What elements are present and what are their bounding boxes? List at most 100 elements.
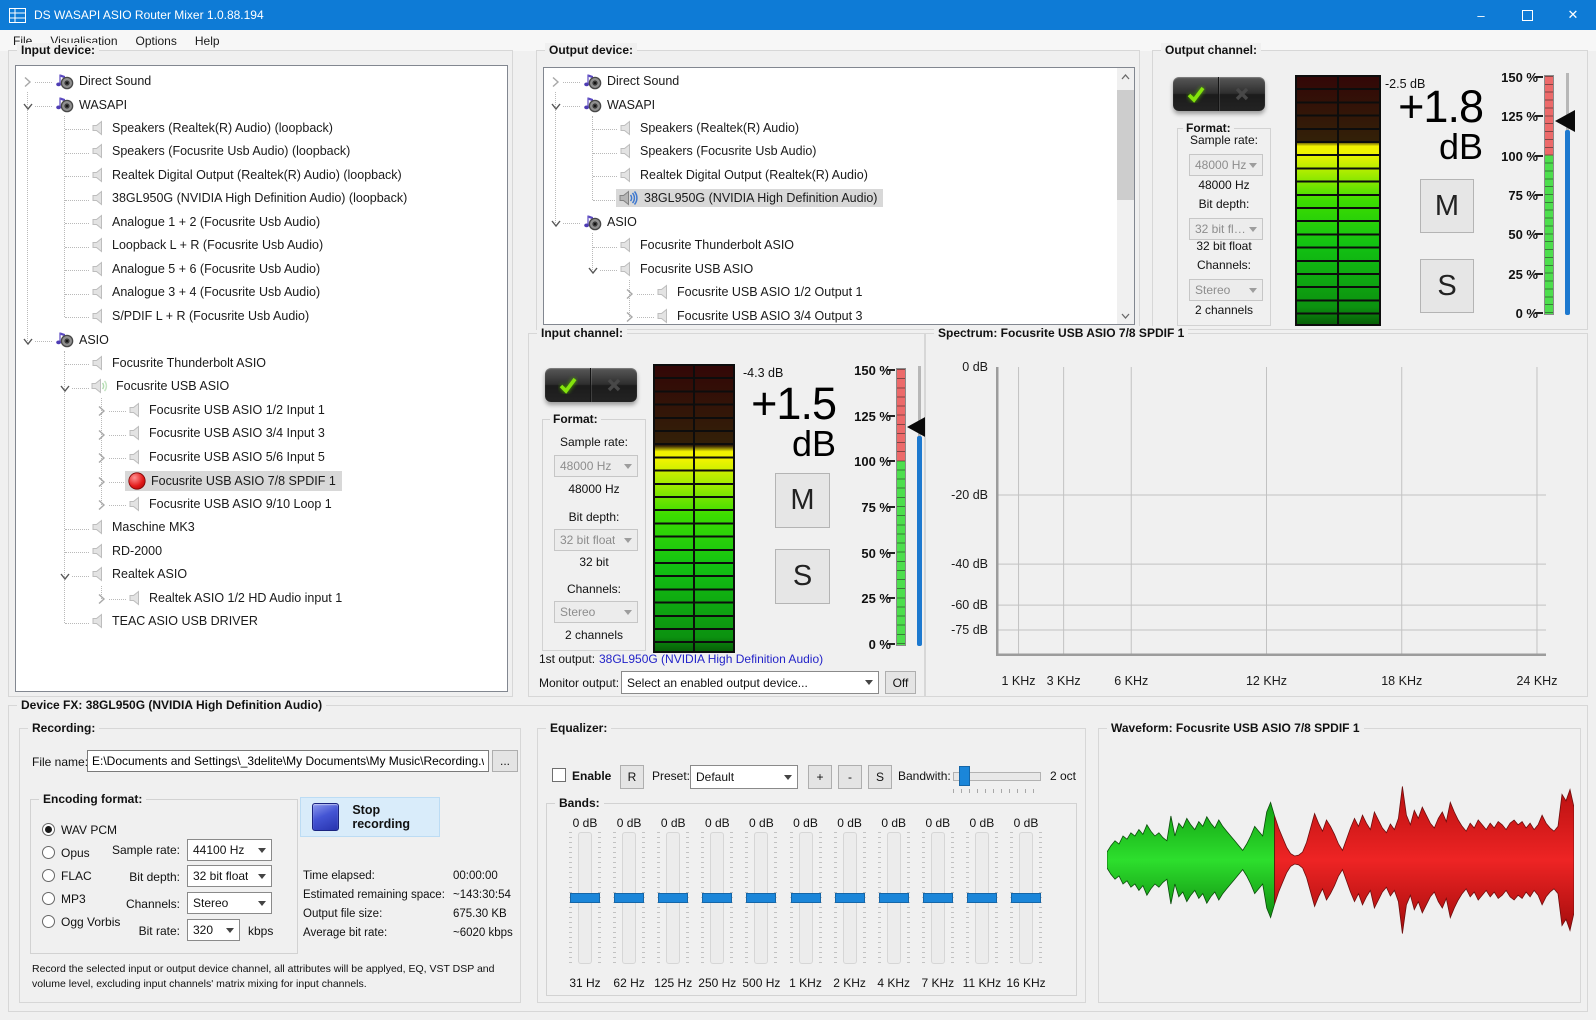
- input-device-item[interactable]: Analogue 1 + 2 (Focusrite Usb Audio): [88, 213, 326, 231]
- eq-save-button[interactable]: S: [868, 765, 892, 789]
- input-channel-volume-pointer[interactable]: [907, 416, 927, 438]
- tree-row[interactable]: S/PDIF L + R (Focusrite Usb Audio): [16, 305, 507, 329]
- output-device-item[interactable]: Speakers (Realtek(R) Audio): [616, 119, 805, 137]
- output-device-item[interactable]: Direct Sound: [579, 72, 685, 91]
- maximize-button[interactable]: [1504, 0, 1550, 30]
- eq-band-thumb[interactable]: [791, 893, 821, 903]
- menu-item-options[interactable]: Options: [127, 32, 186, 50]
- tree-row[interactable]: Realtek ASIO 1/2 HD Audio input 1: [16, 587, 507, 611]
- output-device-item[interactable]: Focusrite Thunderbolt ASIO: [616, 236, 800, 254]
- input-device-tree[interactable]: Direct Sound WASAPI Speakers (Realtek(R)…: [15, 65, 508, 692]
- tree-row[interactable]: Focusrite USB ASIO 9/10 Loop 1: [16, 493, 507, 517]
- input-channel-bit-depth-select[interactable]: 32 bit float: [554, 529, 638, 551]
- input-device-item[interactable]: TEAC ASIO USB DRIVER: [88, 612, 264, 630]
- tree-row[interactable]: WASAPI: [544, 94, 1134, 118]
- format-radio-wav-pcm[interactable]: [42, 823, 55, 836]
- tree-row[interactable]: Speakers (Focusrite Usb Audio): [544, 141, 1134, 165]
- collapsed-chevron-icon[interactable]: [624, 288, 636, 300]
- expanded-chevron-icon[interactable]: [550, 217, 562, 229]
- input-device-item[interactable]: Maschine MK3: [88, 518, 201, 536]
- monitor-output-select[interactable]: Select an enabled output device...: [621, 671, 879, 694]
- rec-channels-select[interactable]: Stereo: [187, 892, 272, 914]
- eq-band-thumb[interactable]: [1011, 893, 1041, 903]
- tree-row[interactable]: 38GL950G (NVIDIA High Definition Audio): [544, 188, 1134, 212]
- tree-row[interactable]: Analogue 3 + 4 (Focusrite Usb Audio): [16, 282, 507, 306]
- output-device-tree[interactable]: Direct Sound WASAPI Speakers (Realtek(R)…: [543, 67, 1135, 325]
- format-radio-ogg-vorbis[interactable]: [42, 915, 55, 928]
- eq-band-thumb[interactable]: [879, 893, 909, 903]
- format-radio-flac[interactable]: [42, 869, 55, 882]
- tree-row[interactable]: Speakers (Focusrite Usb Audio) (loopback…: [16, 141, 507, 165]
- output-device-item[interactable]: 38GL950G (NVIDIA High Definition Audio): [616, 189, 883, 207]
- first-output-value[interactable]: 38GL950G (NVIDIA High Definition Audio): [599, 652, 823, 666]
- eq-band-thumb[interactable]: [967, 893, 997, 903]
- eq-band-thumb[interactable]: [570, 893, 600, 903]
- minimize-button[interactable]: –: [1458, 0, 1504, 30]
- input-device-item[interactable]: Speakers (Realtek(R) Audio) (loopback): [88, 119, 339, 137]
- tree-row[interactable]: Focusrite USB ASIO: [544, 258, 1134, 282]
- input-device-item[interactable]: S/PDIF L + R (Focusrite Usb Audio): [88, 307, 315, 325]
- eq-band-thumb[interactable]: [614, 893, 644, 903]
- tree-row[interactable]: Maschine MK3: [16, 517, 507, 541]
- browse-button[interactable]: ...: [492, 750, 518, 772]
- input-device-item[interactable]: RD-2000: [88, 542, 168, 560]
- menu-item-help[interactable]: Help: [186, 32, 229, 50]
- tree-row[interactable]: 38GL950G (NVIDIA High Definition Audio) …: [16, 188, 507, 212]
- input-device-item[interactable]: Focusrite Thunderbolt ASIO: [88, 354, 272, 372]
- input-device-item[interactable]: 38GL950G (NVIDIA High Definition Audio) …: [88, 189, 413, 207]
- input-device-item[interactable]: Loopback L + R (Focusrite Usb Audio): [88, 236, 329, 254]
- tree-row[interactable]: Realtek Digital Output (Realtek(R) Audio…: [544, 164, 1134, 188]
- input-channel-channels-select[interactable]: Stereo: [554, 601, 638, 623]
- input-device-item[interactable]: Analogue 5 + 6 (Focusrite Usb Audio): [88, 260, 326, 278]
- tree-row[interactable]: Focusrite Thunderbolt ASIO: [544, 235, 1134, 259]
- collapsed-chevron-icon[interactable]: [96, 405, 108, 417]
- input-channel-solo-button[interactable]: S: [775, 549, 830, 604]
- input-device-item[interactable]: Analogue 3 + 4 (Focusrite Usb Audio): [88, 283, 326, 301]
- tree-row[interactable]: WASAPI: [16, 94, 507, 118]
- output-channel-sample-rate-select[interactable]: 48000 Hz: [1189, 154, 1263, 176]
- tree-row[interactable]: Focusrite Thunderbolt ASIO: [16, 352, 507, 376]
- eq-band-thumb[interactable]: [835, 893, 865, 903]
- rec-sample-rate-select[interactable]: 44100 Hz: [187, 839, 272, 861]
- output-device-item[interactable]: Focusrite USB ASIO 1/2 Output 1: [653, 283, 869, 301]
- expanded-chevron-icon[interactable]: [22, 335, 34, 347]
- format-radio-opus[interactable]: [42, 846, 55, 859]
- rec-bit-depth-select[interactable]: 32 bit float: [187, 865, 272, 887]
- input-device-item[interactable]: Realtek Digital Output (Realtek(R) Audio…: [88, 166, 408, 184]
- tree-row[interactable]: Loopback L + R (Focusrite Usb Audio): [16, 235, 507, 259]
- expanded-chevron-icon[interactable]: [22, 100, 34, 112]
- rec-bit-rate-select[interactable]: 320: [187, 919, 240, 941]
- input-device-item[interactable]: Focusrite USB ASIO: [88, 377, 235, 395]
- tree-row[interactable]: TEAC ASIO USB DRIVER: [16, 611, 507, 635]
- tree-row[interactable]: Focusrite USB ASIO 3/4 Input 3: [16, 423, 507, 447]
- tree-row[interactable]: Realtek ASIO: [16, 564, 507, 588]
- output-channel-bit-depth-select[interactable]: 32 bit float: [1189, 218, 1263, 240]
- tree-row[interactable]: Focusrite USB ASIO 5/6 Input 5: [16, 446, 507, 470]
- output-device-item[interactable]: Realtek Digital Output (Realtek(R) Audio…: [616, 166, 874, 184]
- tree-row[interactable]: Focusrite USB ASIO 3/4 Output 3: [544, 305, 1134, 325]
- tree-row[interactable]: ASIO: [544, 211, 1134, 235]
- tree-row[interactable]: Speakers (Realtek(R) Audio): [544, 117, 1134, 141]
- tree-row[interactable]: ASIO: [16, 329, 507, 353]
- tree-row[interactable]: Direct Sound: [544, 70, 1134, 94]
- output-channel-solo-button[interactable]: S: [1420, 259, 1474, 313]
- eq-add-button[interactable]: +: [808, 765, 832, 789]
- tree-row[interactable]: Speakers (Realtek(R) Audio) (loopback): [16, 117, 507, 141]
- input-device-item[interactable]: ASIO: [51, 330, 115, 349]
- eq-band-thumb[interactable]: [923, 893, 953, 903]
- output-channel-volume-slider[interactable]: [1565, 130, 1570, 315]
- eq-band-thumb[interactable]: [658, 893, 688, 903]
- eq-band-thumb[interactable]: [746, 893, 776, 903]
- output-channel-mute-button[interactable]: M: [1420, 179, 1474, 233]
- file-name-input[interactable]: [87, 750, 489, 772]
- output-channel-channels-select[interactable]: Stereo: [1189, 279, 1263, 301]
- output-device-item[interactable]: Focusrite USB ASIO: [616, 260, 759, 278]
- eq-remove-button[interactable]: -: [838, 765, 862, 789]
- tree-row[interactable]: Focusrite USB ASIO 1/2 Output 1: [544, 282, 1134, 306]
- collapsed-chevron-icon[interactable]: [96, 593, 108, 605]
- input-device-item[interactable]: Focusrite USB ASIO 1/2 Input 1: [125, 401, 331, 419]
- eq-bandwidth-thumb[interactable]: [959, 766, 970, 786]
- tree-row[interactable]: RD-2000: [16, 540, 507, 564]
- expanded-chevron-icon[interactable]: [550, 100, 562, 112]
- output-device-item[interactable]: Focusrite USB ASIO 3/4 Output 3: [653, 307, 869, 325]
